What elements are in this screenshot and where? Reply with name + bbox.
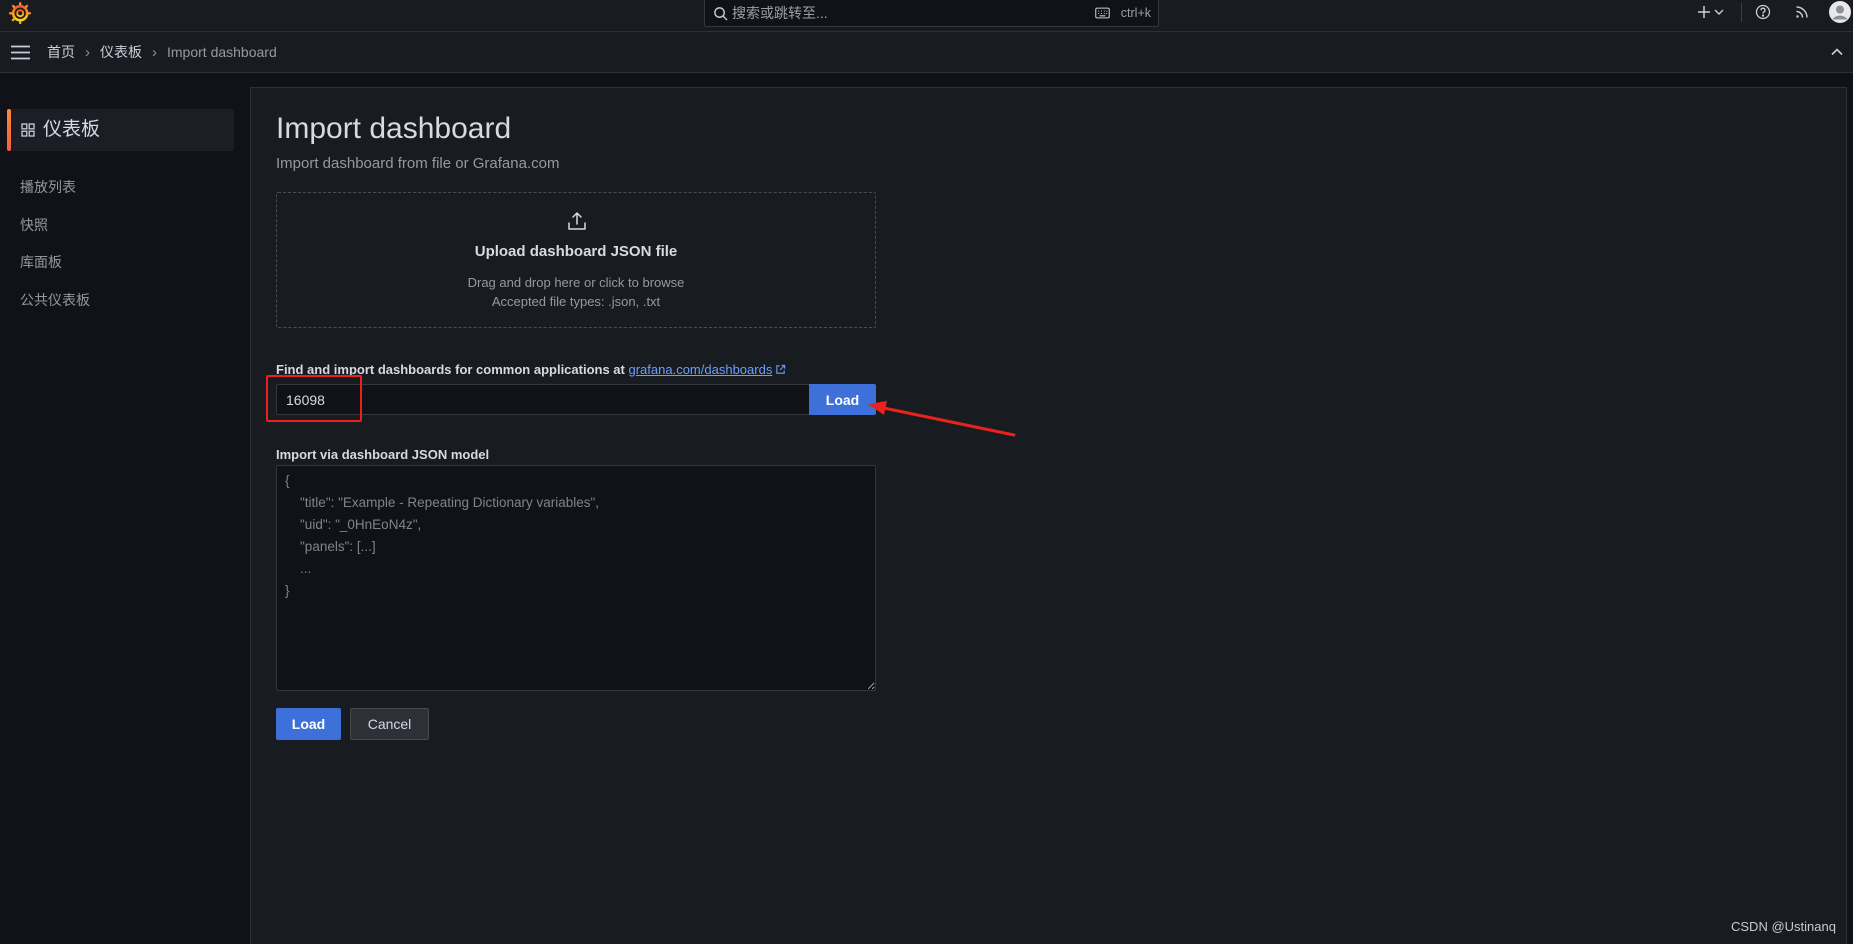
- search-icon: [714, 7, 728, 21]
- breadcrumb-dashboards[interactable]: 仪表板: [100, 42, 142, 62]
- plus-icon[interactable]: [1697, 5, 1711, 19]
- sidebar-item-playlists[interactable]: 播放列表: [20, 178, 76, 196]
- grafana-com-load-button[interactable]: Load: [809, 384, 876, 415]
- breadcrumb-separator: ›: [152, 43, 157, 61]
- load-button[interactable]: Load: [276, 708, 341, 740]
- help-icon[interactable]: [1755, 4, 1771, 20]
- sidebar-item-library-panels[interactable]: 库面板: [20, 253, 62, 271]
- grafana-com-id-input[interactable]: [276, 384, 809, 415]
- upload-icon: [568, 212, 586, 230]
- toolbar-divider: [1741, 3, 1742, 22]
- watermark: CSDN @Ustinanq: [1731, 919, 1836, 934]
- breadcrumb-current: Import dashboard: [167, 44, 277, 60]
- keyboard-icon: [1095, 7, 1110, 19]
- grafana-com-label-text: Find and import dashboards for common ap…: [276, 362, 625, 377]
- sidebar-item-public-dashboards[interactable]: 公共仪表板: [20, 291, 90, 309]
- upload-dropzone[interactable]: Upload dashboard JSON file Drag and drop…: [276, 192, 876, 328]
- json-model-label: Import via dashboard JSON model: [276, 447, 490, 462]
- grafana-com-link[interactable]: grafana.com/dashboards: [629, 362, 773, 377]
- hamburger-icon[interactable]: [10, 45, 31, 60]
- external-link-icon[interactable]: [775, 364, 786, 375]
- json-model-textarea[interactable]: [276, 465, 876, 691]
- chevron-up-icon[interactable]: [1830, 46, 1844, 58]
- grafana-logo-icon[interactable]: [8, 1, 32, 25]
- page-title: Import dashboard: [276, 112, 512, 145]
- chevron-down-icon[interactable]: [1714, 8, 1724, 16]
- grid-icon: [21, 123, 35, 137]
- search-bar[interactable]: 搜索或跳转至... ctrl+k: [704, 0, 1159, 27]
- breadcrumb-separator: ›: [85, 43, 90, 61]
- breadcrumb: 首页 › 仪表板 › Import dashboard: [47, 32, 277, 72]
- search-shortcut: ctrl+k: [1120, 6, 1151, 20]
- sidebar-item-snapshots[interactable]: 快照: [20, 216, 48, 234]
- upload-hint: Drag and drop here or click to browse: [467, 275, 685, 290]
- cancel-button[interactable]: Cancel: [350, 708, 429, 740]
- import-dashboard-panel: Import dashboard Import dashboard from f…: [250, 87, 1847, 944]
- page-subtitle: Import dashboard from file or Grafana.co…: [276, 155, 560, 172]
- upload-accepted-types: Accepted file types: .json, .txt: [491, 294, 661, 309]
- rss-icon[interactable]: [1795, 5, 1809, 19]
- breadcrumb-bar: 首页 › 仪表板 › Import dashboard: [0, 32, 1853, 73]
- upload-title: Upload dashboard JSON file: [474, 243, 678, 260]
- active-indicator: [7, 109, 11, 151]
- grafana-com-label: Find and import dashboards for common ap…: [276, 362, 786, 378]
- top-bar: 搜索或跳转至... ctrl+k: [0, 0, 1853, 32]
- sidebar-item-dashboards[interactable]: 仪表板: [7, 109, 234, 151]
- breadcrumb-home[interactable]: 首页: [47, 42, 75, 62]
- avatar-icon[interactable]: [1829, 1, 1851, 23]
- search-placeholder: 搜索或跳转至...: [732, 5, 828, 21]
- sidebar-section-title: 仪表板: [43, 119, 101, 140]
